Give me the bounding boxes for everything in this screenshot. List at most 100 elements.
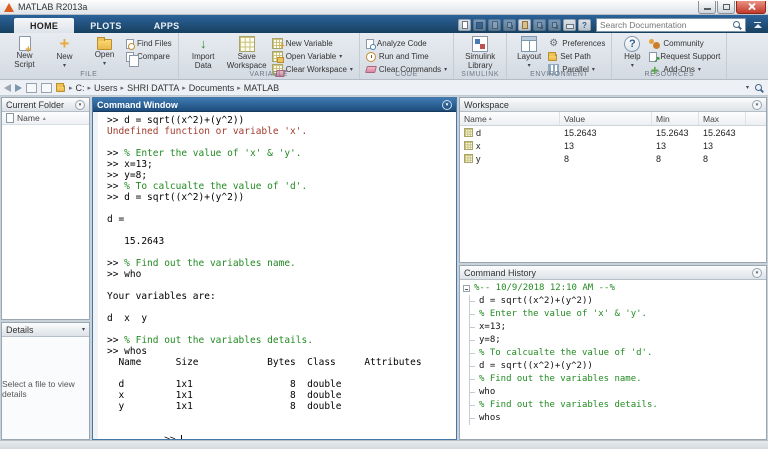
redo-shortcut-button[interactable] [548, 19, 561, 31]
workspace-row-y[interactable]: y 8 8 8 [460, 152, 766, 165]
up-one-level-button[interactable] [41, 83, 52, 93]
history-item[interactable]: d = sqrt((x^2)+(y^2)) [470, 360, 763, 373]
print-shortcut-button[interactable] [563, 19, 576, 31]
console-line [98, 203, 456, 214]
column-name[interactable]: Name▴ [460, 112, 560, 125]
history-session-row[interactable]: %-- 10/9/2018 12:10 AM --% [463, 282, 763, 295]
cut-icon [492, 21, 498, 29]
console-line: d = [98, 214, 456, 225]
history-item[interactable]: % Enter the value of 'x' & 'y'. [470, 308, 763, 321]
console-line [98, 137, 456, 148]
ribbon-group-resources: Help ▾ Community Request Support Add-Ons… [612, 33, 727, 79]
new-file-shortcut-button[interactable] [458, 19, 471, 31]
gear-icon [548, 38, 559, 49]
tab-apps[interactable]: APPS [138, 18, 196, 33]
import-data-button[interactable]: Import Data [185, 35, 222, 70]
help-button[interactable]: Help ▾ [618, 35, 646, 69]
current-folder-title: Current Folder [6, 100, 64, 110]
current-folder-menu-button[interactable]: ▾ [75, 100, 85, 110]
set-path-icon [548, 54, 557, 61]
save-shortcut-button[interactable] [473, 19, 486, 31]
history-item[interactable]: % Find out the variables details. [470, 399, 763, 412]
workspace-row-x[interactable]: x 13 13 13 [460, 139, 766, 152]
tab-plots[interactable]: PLOTS [74, 18, 138, 33]
console-line: Undefined function or variable 'x'. [98, 126, 456, 137]
tab-home[interactable]: HOME [14, 18, 74, 33]
history-item[interactable]: whos [470, 412, 763, 425]
maximize-button[interactable] [717, 1, 735, 14]
set-path-button[interactable]: Set Path [548, 51, 605, 62]
details-header[interactable]: Details ▾ [2, 323, 89, 337]
minimize-icon [704, 8, 711, 10]
column-max[interactable]: Max [699, 112, 746, 125]
sort-ascending-icon: ▴ [43, 115, 46, 122]
console-line [98, 324, 456, 335]
search-input[interactable] [600, 20, 732, 30]
current-folder-file-list[interactable] [2, 125, 89, 319]
history-item[interactable]: y=8; [470, 334, 763, 347]
current-folder-name-column[interactable]: Name ▴ [2, 112, 89, 125]
console-line: >> % Find out the variables details. [98, 335, 456, 346]
community-button[interactable]: Community [649, 38, 720, 49]
request-support-button[interactable]: Request Support [649, 51, 720, 62]
help-shortcut-button[interactable]: ? [578, 19, 591, 31]
path-dropdown-icon[interactable]: ▾ [746, 85, 749, 91]
new-variable-button[interactable]: New Variable [272, 38, 353, 49]
simulink-group-label: SIMULINK [454, 71, 506, 78]
console-prompt-line[interactable]: fx>> [98, 423, 456, 439]
breadcrumb-user[interactable]: SHRI DATTA [127, 83, 179, 93]
breadcrumb-users[interactable]: Users [94, 83, 118, 93]
breadcrumb-drive[interactable]: C: [76, 83, 85, 93]
run-and-time-button[interactable]: Run and Time [366, 51, 447, 62]
workspace-row-d[interactable]: d 15.2643 15.2643 15.2643 [460, 126, 766, 139]
minimize-button[interactable] [698, 1, 716, 14]
history-item[interactable]: d = sqrt((x^2)+(y^2)) [470, 295, 763, 308]
column-value[interactable]: Value [560, 112, 652, 125]
status-bar [0, 440, 768, 449]
back-button[interactable] [4, 84, 11, 92]
console-line: d 1x1 8 double [98, 379, 456, 390]
sort-ascending-icon: ▴ [489, 115, 492, 122]
breadcrumb-matlab[interactable]: MATLAB [244, 83, 279, 93]
collapse-icon[interactable] [463, 285, 470, 292]
undo-shortcut-button[interactable] [533, 19, 546, 31]
open-button[interactable]: Open ▾ [86, 35, 123, 67]
new-button[interactable]: New ▾ [46, 35, 83, 69]
new-script-button[interactable]: New Script [6, 35, 43, 69]
command-window-console[interactable]: >> d = sqrt((x^2)+(y^2)) Undefined funct… [93, 112, 456, 439]
simulink-library-button[interactable]: Simulink Library [460, 35, 500, 70]
open-variable-button[interactable]: Open Variable ▾ [272, 51, 353, 62]
analyze-code-button[interactable]: Analyze Code [366, 38, 447, 49]
folder-search-icon[interactable] [754, 83, 764, 93]
documentation-search [596, 18, 746, 32]
history-item[interactable]: % To calcualte the value of 'd'. [470, 347, 763, 360]
cut-shortcut-button[interactable] [488, 19, 501, 31]
preferences-button[interactable]: Preferences [548, 38, 605, 49]
close-button[interactable] [736, 1, 766, 14]
history-item[interactable]: who [470, 386, 763, 399]
paste-shortcut-button[interactable] [518, 19, 531, 31]
breadcrumb-separator-icon: ▸ [121, 84, 125, 92]
command-history-header: Command History ▾ [460, 266, 766, 280]
column-min[interactable]: Min [652, 112, 699, 125]
workspace-menu-button[interactable]: ▾ [752, 100, 762, 110]
find-files-button[interactable]: Find Files [126, 38, 172, 49]
variable-icon [464, 128, 473, 137]
search-icon[interactable] [732, 20, 742, 30]
layout-button[interactable]: Layout ▾ [513, 35, 545, 69]
browse-for-folder-button[interactable] [26, 83, 37, 93]
compare-button[interactable]: Compare [126, 51, 172, 62]
copy-shortcut-button[interactable] [503, 19, 516, 31]
minimize-ribbon-button[interactable] [750, 19, 765, 32]
command-history-menu-button[interactable]: ▾ [752, 268, 762, 278]
help-icon: ? [582, 21, 587, 30]
code-small-buttons: Analyze Code Run and Time Clear Commands… [366, 35, 447, 75]
breadcrumb-documents[interactable]: Documents [189, 83, 235, 93]
forward-button[interactable] [15, 84, 22, 92]
save-workspace-button[interactable]: Save Workspace [225, 35, 269, 70]
chevron-down-icon: ▾ [79, 102, 82, 108]
history-item[interactable]: x=13; [470, 321, 763, 334]
command-window-menu-button[interactable]: ▾ [442, 100, 452, 110]
history-item[interactable]: % Find out the variables name. [470, 373, 763, 386]
environment-small-buttons: Preferences Set Path Parallel ▾ [548, 35, 605, 75]
